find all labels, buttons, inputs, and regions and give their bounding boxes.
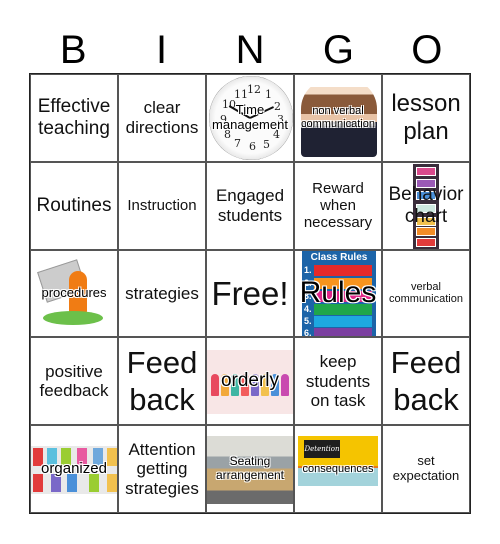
bingo-cell[interactable]: procedures <box>30 249 118 338</box>
bingo-grid: Effective teaching clear directions 12 1… <box>29 73 471 514</box>
cell-label: lesson plan <box>391 90 461 145</box>
cell-label: Rules <box>299 276 377 310</box>
bingo-cell[interactable]: positive feedback <box>30 337 118 426</box>
header-letter-g: G <box>322 28 354 72</box>
header-letter-n: N <box>235 28 265 72</box>
bingo-cell[interactable]: Attention getting strategies <box>118 425 206 513</box>
free-space-label: Free! <box>211 274 289 312</box>
cell-label: organized <box>41 460 107 478</box>
cell-label: set expectation <box>392 453 460 484</box>
header-letter-b: B <box>59 28 87 72</box>
cell-label: Routines <box>36 194 112 216</box>
bingo-cell[interactable]: organized <box>30 425 118 513</box>
cell-label: clear directions <box>125 98 199 137</box>
bingo-cell[interactable]: 12 1 2 3 4 5 6 7 8 9 10 11 Time manageme… <box>206 74 294 162</box>
bingo-cell[interactable]: Instruction <box>118 161 206 250</box>
bingo-cell[interactable]: Routines <box>30 161 118 250</box>
poster-number: 6. <box>304 327 312 338</box>
header-letter-o: O <box>411 28 443 72</box>
bingo-cell[interactable]: keep students on task <box>294 337 382 426</box>
clock-number: 6 <box>249 140 256 153</box>
clock-number: 7 <box>234 137 241 150</box>
clock-number: 12 <box>247 83 261 96</box>
clock-number: 1 <box>265 88 272 101</box>
bingo-cell[interactable]: Engaged students <box>206 161 294 250</box>
bingo-cell[interactable]: Reward when necessary <box>294 161 382 250</box>
detention-room-image: Detention <box>298 436 378 487</box>
cell-label: orderly <box>220 370 280 392</box>
cell-label: non verbal communication <box>301 105 375 130</box>
cell-label: strategies <box>125 283 199 303</box>
cell-label: consequences <box>302 462 374 475</box>
free-space[interactable]: Free! <box>206 249 294 338</box>
cell-label: Time management <box>212 101 288 132</box>
clock-number: 11 <box>234 88 248 101</box>
poster-title: Class Rules <box>310 251 368 263</box>
bingo-cell[interactable]: Detention consequences <box>294 425 382 513</box>
cell-label: positive feedback <box>39 361 109 401</box>
poster-number: 5. <box>304 315 312 326</box>
cell-label: Attention getting strategies <box>125 439 199 498</box>
cell-label: Feed back <box>390 345 462 418</box>
clock-number: 5 <box>263 138 270 151</box>
grass-image <box>43 310 103 325</box>
cell-label: procedures <box>41 285 107 301</box>
cell-label: Behavior chart <box>388 183 464 227</box>
bingo-cell[interactable]: strategies <box>118 249 206 338</box>
cell-label: Instruction <box>127 197 197 215</box>
cell-label: Engaged students <box>215 186 285 225</box>
bingo-header: B I N G O <box>29 28 471 72</box>
bingo-cell[interactable]: Feed back <box>382 337 470 426</box>
cell-label: Reward when necessary <box>303 179 373 232</box>
bingo-cell[interactable]: Class Rules 1. 2. 3. 4. 5. 6. Rules <box>294 249 382 338</box>
bingo-cell[interactable]: non verbal communication <box>294 74 382 162</box>
cell-label: keep students on task <box>305 351 371 411</box>
bingo-cell[interactable]: Behavior chart <box>382 161 470 250</box>
bingo-cell[interactable]: clear directions <box>118 74 206 162</box>
detention-board: Detention <box>304 440 340 459</box>
cell-label: Feed back <box>126 345 198 418</box>
cell-label: verbal communication <box>389 280 463 306</box>
bingo-cell[interactable]: Seating arrangement <box>206 425 294 513</box>
header-letter-i: I <box>156 28 168 72</box>
cell-label: Effective teaching <box>37 96 111 139</box>
bingo-cell[interactable]: set expectation <box>382 425 470 513</box>
bingo-cell[interactable]: lesson plan <box>382 74 470 162</box>
bingo-cell[interactable]: Feed back <box>118 337 206 426</box>
bingo-cell[interactable]: verbal communication <box>382 249 470 338</box>
bingo-cell[interactable]: Effective teaching <box>30 74 118 162</box>
bingo-cell[interactable]: orderly <box>206 337 294 426</box>
poster-number: 1. <box>304 264 312 275</box>
cell-label: Seating arrangement <box>215 454 285 483</box>
